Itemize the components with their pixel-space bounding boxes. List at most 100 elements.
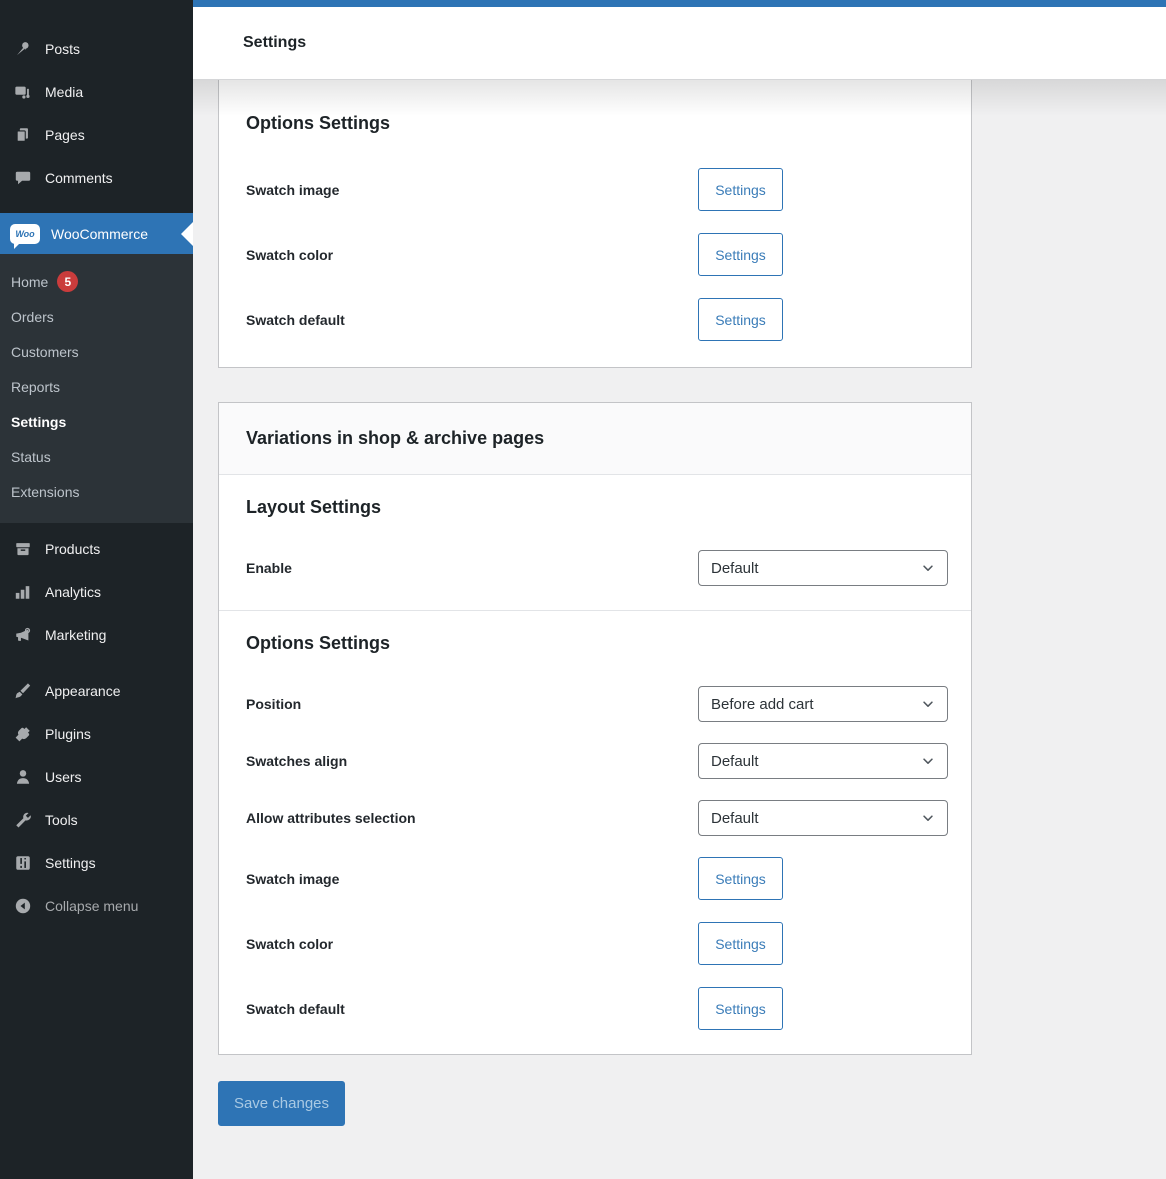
sidebar-item-label: Marketing [45,626,107,643]
select-value: Default [711,809,759,827]
submenu-item-settings[interactable]: Settings [0,404,193,439]
setting-label: Swatch default [246,1000,345,1017]
top-accent-strip [193,0,1166,7]
woocommerce-icon: Woo [10,223,40,249]
setting-row-swatch-color: Swatch color Settings [246,233,944,276]
sidebar-item-products[interactable]: Products [0,527,193,570]
sidebar-item-label: Tools [45,811,78,828]
sidebar-item-label: Media [45,83,84,100]
content-area: Settings Options Settings Swatch image S… [193,0,1166,1179]
setting-label: Swatch color [246,246,334,263]
submenu-item-status[interactable]: Status [0,439,193,474]
bar-chart-icon [13,582,33,602]
section-heading: Options Settings [246,633,390,653]
select-value: Default [711,752,759,770]
sidebar-item-plugins[interactable]: Plugins [0,712,193,755]
select-value: Default [711,559,759,577]
box-icon [13,539,33,559]
position-select[interactable]: Before add cart [698,686,948,722]
sidebar-item-users[interactable]: Users [0,755,193,798]
sidebar-item-label: Analytics [45,583,102,600]
setting-label: Swatch color [246,935,334,952]
collapse-arrow-icon [13,896,33,916]
submenu-item-label: Reports [11,378,61,395]
camera-icon [13,82,33,102]
sidebar-menu-low: Appearance Plugins Users Tools Settings [0,656,193,884]
options-settings-section: Options Settings Position Before add car… [219,611,971,1054]
sidebar-item-label: Plugins [45,725,91,742]
layout-settings-section: Layout Settings Enable Default [219,475,971,610]
setting-label: Swatches align [246,753,348,769]
paintbrush-icon [13,681,33,701]
submenu-item-label: Status [11,448,51,465]
content-body: Options Settings Swatch image Settings S… [193,80,1166,1179]
sidebar-item-media[interactable]: Media [0,70,193,113]
panel-variations-shop-archive: Variations in shop & archive pages Layou… [218,402,972,1055]
setting-row-enable: Enable Default [246,550,948,586]
comment-bubble-icon [13,168,33,188]
enable-select[interactable]: Default [698,550,948,586]
sidebar-item-label: Pages [45,126,85,143]
notification-badge: 5 [57,271,79,292]
setting-row-swatches-align: Swatches align Default [246,743,948,779]
sidebar-item-label: Users [45,768,82,785]
submenu-item-reports[interactable]: Reports [0,369,193,404]
submenu-item-extensions[interactable]: Extensions [0,474,193,509]
current-menu-arrow [181,221,193,246]
setting-row-swatch-color: Swatch color Settings [246,922,944,965]
sidebar-item-label: Posts [45,40,81,57]
setting-label: Enable [246,560,292,576]
sidebar-item-tools[interactable]: Tools [0,798,193,841]
sidebar-item-settings[interactable]: Settings [0,841,193,884]
submenu-item-customers[interactable]: Customers [0,334,193,369]
sidebar-item-posts[interactable]: Posts [0,27,193,70]
sidebar-item-pages[interactable]: Pages [0,113,193,156]
swatch-color-settings-button[interactable]: Settings [698,922,783,965]
setting-label: Swatch image [246,181,340,198]
sidebar-item-label: Settings [45,854,96,871]
sidebar-item-comments[interactable]: Comments [0,156,193,199]
woocommerce-submenu: Home 5 Orders Customers Reports Settings… [0,254,193,523]
sidebar-item-appearance[interactable]: Appearance [0,669,193,712]
sidebar-item-label: WooCommerce [51,225,148,242]
setting-row-swatch-image: Swatch image Settings [246,857,944,900]
megaphone-icon [13,625,33,645]
panel-options-settings: Options Settings Swatch image Settings S… [218,80,972,368]
submenu-item-label: Orders [11,308,54,325]
swatches-align-select[interactable]: Default [698,743,948,779]
pages-icon [13,125,33,145]
sidebar-menu-collapse: Collapse menu [0,884,193,927]
collapse-menu-button[interactable]: Collapse menu [0,884,193,927]
swatch-default-settings-button[interactable]: Settings [698,987,783,1030]
sidebar-item-label: Products [45,540,101,557]
allow-attributes-select[interactable]: Default [698,800,948,836]
swatch-image-settings-button[interactable]: Settings [698,168,783,211]
sidebar-item-label: Appearance [45,682,121,699]
swatch-color-settings-button[interactable]: Settings [698,233,783,276]
submenu-item-label: Home [11,273,49,290]
submenu-item-home[interactable]: Home 5 [0,264,193,299]
setting-row-swatch-default: Swatch default Settings [246,987,944,1030]
submenu-item-orders[interactable]: Orders [0,299,193,334]
panel-band-title: Variations in shop & archive pages [246,428,545,448]
sidebar-item-woocommerce[interactable]: Woo WooCommerce [0,213,193,254]
submenu-item-label: Settings [11,413,67,430]
sidebar-item-marketing[interactable]: Marketing [0,613,193,656]
setting-row-swatch-default: Swatch default Settings [246,298,944,341]
sidebar-item-label: Collapse menu [45,897,139,914]
chevron-down-icon [921,811,935,825]
setting-row-position: Position Before add cart [246,686,948,722]
setting-row-swatch-image: Swatch image Settings [246,168,944,211]
wrench-icon [13,810,33,830]
swatch-image-settings-button[interactable]: Settings [698,857,783,900]
sidebar-item-analytics[interactable]: Analytics [0,570,193,613]
admin-sidebar: Posts Media Pages Comments Woo WooCommer… [0,0,193,1179]
save-changes-button[interactable]: Save changes [218,1081,345,1126]
sidebar-menu-mid: Products Analytics Marketing [0,523,193,656]
section-heading: Options Settings [246,113,390,133]
swatch-default-settings-button[interactable]: Settings [698,298,783,341]
submenu-item-label: Extensions [11,483,80,500]
select-value: Before add cart [711,695,814,713]
section-heading: Layout Settings [246,497,382,517]
plug-icon [13,724,33,744]
